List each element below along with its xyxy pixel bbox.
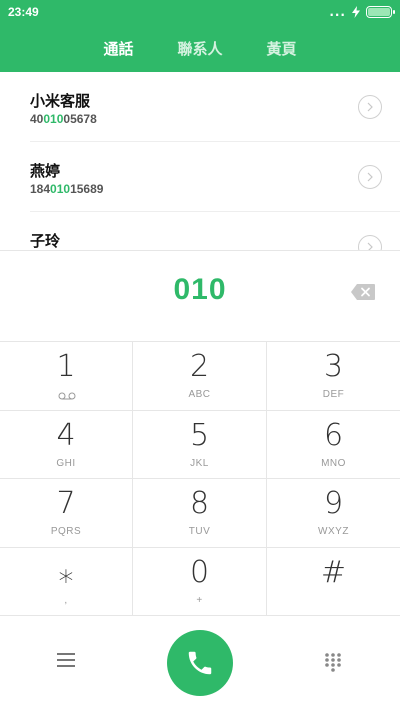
- key-letters: TUV: [188, 526, 211, 537]
- key-digit: 6: [323, 417, 344, 453]
- key-6[interactable]: 6 MNO: [267, 410, 400, 479]
- backspace-icon[interactable]: [350, 283, 376, 301]
- tab-yellow-pages[interactable]: 黃頁: [265, 32, 299, 65]
- key-digit: 8: [189, 486, 210, 521]
- key-4[interactable]: 4 GHI: [0, 410, 133, 479]
- key-digit: 0: [189, 554, 210, 590]
- key-digit: 2: [189, 349, 210, 384]
- voicemail-icon: [58, 392, 76, 400]
- key-digit: 9: [323, 486, 344, 521]
- tab-contacts[interactable]: 聯系人: [175, 32, 224, 65]
- number-prefix: 184: [30, 182, 51, 196]
- key-digit: 5: [189, 417, 210, 453]
- chevron-right-icon[interactable]: [358, 165, 382, 189]
- phone-icon: [188, 651, 212, 675]
- key-digit: 4: [56, 417, 76, 453]
- contact-name: 燕婷: [30, 162, 61, 180]
- key-letters: ,: [64, 594, 68, 606]
- battery-level: [368, 8, 390, 16]
- status-time: 23:49: [8, 5, 39, 19]
- menu-icon[interactable]: [56, 652, 76, 668]
- key-1[interactable]: 1: [0, 342, 133, 411]
- key-letters: ABC: [188, 389, 211, 400]
- chevron-right-icon[interactable]: [358, 235, 382, 250]
- key-digit: 1: [56, 349, 76, 384]
- key-letters: JKL: [190, 457, 209, 469]
- key-hash[interactable]: #: [267, 547, 400, 616]
- contact-item[interactable]: 小米客服 4001005678: [30, 72, 400, 142]
- number-suffix: 15689: [70, 182, 104, 196]
- key-letters: PQRS: [50, 526, 82, 537]
- key-letters: +: [196, 594, 203, 606]
- key-star[interactable]: ⁎ ,: [0, 547, 133, 616]
- contact-results-list: 小米客服 4001005678 燕婷 18401015689 子玲: [0, 72, 400, 250]
- dialed-number: 010: [173, 273, 227, 306]
- contact-number: 18401015689: [30, 182, 103, 196]
- key-0[interactable]: 0 +: [133, 547, 267, 616]
- contact-item[interactable]: 燕婷 18401015689: [30, 142, 400, 212]
- tab-bar: 通話 聯系人 黃頁: [0, 24, 400, 72]
- key-letters: DEF: [322, 389, 345, 400]
- key-digit: 7: [56, 486, 76, 521]
- key-9[interactable]: 9 WXYZ: [267, 479, 400, 548]
- number-match: 010: [43, 112, 64, 126]
- tab-calls[interactable]: 通話: [101, 32, 135, 65]
- battery-icon: [366, 6, 395, 18]
- dial-keypad: 1 2 ABC 3 DEF 4 GHI 5 JKL 6 MNO 7 PQRS 8…: [0, 342, 400, 616]
- chevron-right-icon[interactable]: [358, 95, 382, 119]
- dialpad-icon[interactable]: [324, 652, 342, 672]
- key-digit: #: [320, 554, 347, 590]
- key-digit: 3: [323, 349, 344, 384]
- key-letters: MNO: [321, 457, 346, 469]
- number-match: 010: [50, 182, 71, 196]
- contact-name: 子玲: [30, 232, 61, 250]
- key-8[interactable]: 8 TUV: [133, 479, 267, 548]
- key-letters: WXYZ: [318, 526, 349, 537]
- dial-display: 010: [0, 250, 400, 342]
- key-2[interactable]: 2 ABC: [133, 342, 267, 411]
- key-digit: ⁎: [58, 554, 74, 590]
- contact-name: 小米客服: [30, 92, 91, 110]
- bottom-action-bar: [0, 616, 400, 711]
- contact-number: 4001005678: [30, 112, 97, 126]
- signal-dots: ...: [329, 5, 346, 19]
- number-prefix: 40: [30, 112, 44, 126]
- key-3[interactable]: 3 DEF: [267, 342, 400, 411]
- call-button[interactable]: [167, 630, 233, 696]
- key-letters: GHI: [56, 457, 76, 469]
- key-7[interactable]: 7 PQRS: [0, 479, 133, 548]
- key-5[interactable]: 5 JKL: [133, 410, 267, 479]
- status-bar: 23:49 ...: [0, 0, 400, 24]
- status-icons: ...: [329, 5, 395, 19]
- contact-item[interactable]: 子玲: [30, 212, 400, 250]
- number-suffix: 05678: [63, 112, 97, 126]
- bolt-icon: [352, 6, 360, 18]
